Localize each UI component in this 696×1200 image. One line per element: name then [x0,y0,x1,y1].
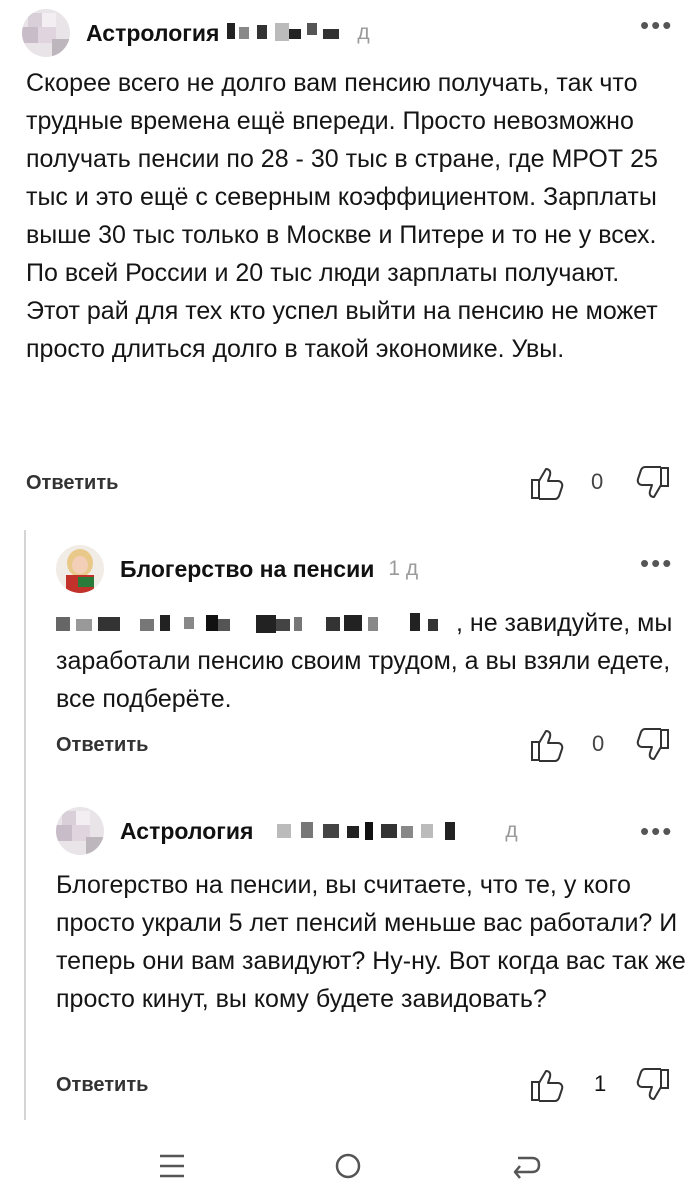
avatar-image [56,807,104,855]
like-count: 0 [592,731,605,756]
comment-3: Астрология д ••• Блогерство на пенсии, в… [24,792,696,1120]
menu-icon[interactable] [152,1148,192,1184]
comment-actions: Ответить 1 [56,1066,686,1106]
comment-date: 1 д [388,557,419,580]
author-name[interactable]: Астрология [86,20,343,47]
like-count: 1 [594,1071,607,1096]
reply-button[interactable]: Ответить [56,734,148,757]
comment-header: Астрология д [22,8,370,58]
avatar-image [56,545,104,593]
redacted-pixelation [227,23,340,41]
thumb-down-icon[interactable] [634,464,672,502]
avatar-image [22,9,70,57]
avatar[interactable] [56,807,104,855]
comment-2: Блогерство на пенсии 1 д ••• , не завиду… [24,530,696,792]
comment-text: Скорее всего не долго вам пенсию получат… [26,69,658,363]
thumb-down-icon[interactable] [634,726,672,764]
home-circle-icon[interactable] [328,1148,368,1184]
comment-text: , не завидуйте, мы заработали пенсию сво… [56,609,673,713]
comment-1: Астрология д ••• Скорее всего не долго в… [0,0,696,510]
comment-actions: Ответить 0 [26,464,676,504]
thumb-up-icon[interactable] [528,464,566,502]
system-nav-bar [0,1130,696,1200]
comment-date: д [505,819,518,842]
author-name[interactable]: Блогерство на пенсии [120,556,374,583]
like-count: 0 [591,469,604,494]
thumb-down-icon[interactable] [634,1066,672,1104]
comment-text: Блогерство на пенсии, вы считаете, что т… [56,871,686,1013]
back-arrow-icon[interactable] [506,1148,546,1184]
thumb-up-icon[interactable] [528,1066,566,1104]
thumb-up-icon[interactable] [528,726,566,764]
comment-header: Астрология д [56,806,518,856]
more-dots-icon[interactable]: ••• [640,550,673,576]
reply-button[interactable]: Ответить [56,1074,148,1097]
avatar[interactable] [56,545,104,593]
comment-header: Блогерство на пенсии 1 д [56,544,418,594]
comment-date: д [357,21,370,44]
redacted-pixelation [56,613,438,633]
author-name[interactable]: Астрология [120,818,491,845]
redacted-pixelation [277,822,456,840]
avatar[interactable] [22,9,70,57]
more-dots-icon[interactable]: ••• [640,818,673,844]
more-dots-icon[interactable]: ••• [640,12,673,38]
reply-button[interactable]: Ответить [26,472,118,495]
comment-actions: Ответить 0 [56,726,686,766]
